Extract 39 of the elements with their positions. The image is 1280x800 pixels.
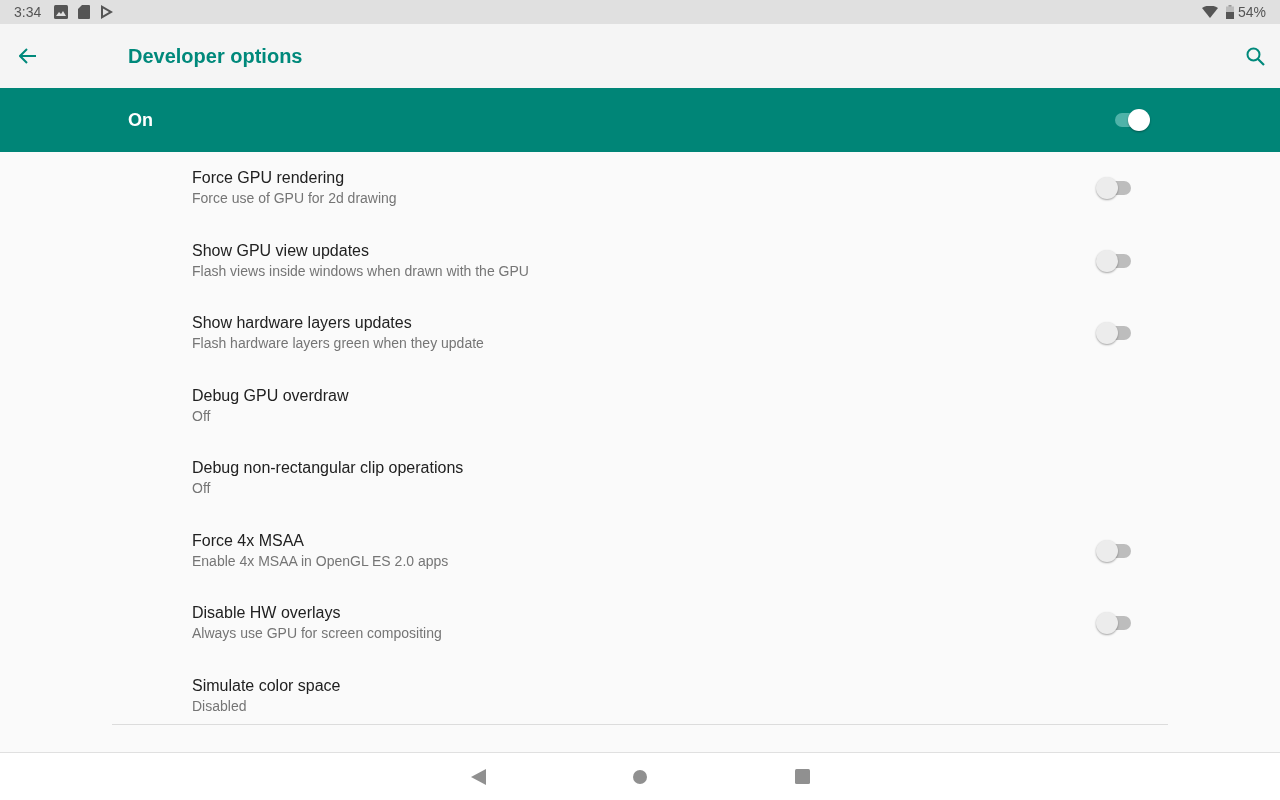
setting-title: Debug GPU overdraw xyxy=(192,385,350,406)
setting-title: Force GPU rendering xyxy=(192,168,346,189)
setting-title: Disable HW overlays xyxy=(192,603,342,624)
square-recents-icon xyxy=(794,769,810,784)
setting-row[interactable]: Debug GPU overdraw Off xyxy=(0,369,1280,442)
wifi-icon xyxy=(1201,6,1218,18)
setting-summary: Disabled xyxy=(192,696,248,716)
page-title: Developer options xyxy=(128,44,303,69)
play-store-icon xyxy=(100,5,114,19)
setting-row[interactable]: Show GPU view updates Flash views inside windows when drawn with the GPU xyxy=(0,224,1280,297)
setting-row[interactable]: Debug non-rectangular clip operations Off xyxy=(0,442,1280,515)
setting-summary: Enable 4x MSAA in OpenGL ES 2.0 apps xyxy=(192,551,450,571)
image-icon xyxy=(54,5,69,19)
setting-title: Show hardware layers updates xyxy=(192,313,413,334)
setting-summary: Force use of GPU for 2d drawing xyxy=(192,189,398,209)
setting-summary: Off xyxy=(192,406,212,426)
battery-icon xyxy=(1225,5,1234,19)
master-switch-bar[interactable]: On xyxy=(0,88,1280,152)
master-switch-label: On xyxy=(128,108,153,132)
setting-summary: Always use GPU for screen compositing xyxy=(192,624,443,644)
setting-summary: Flash views inside windows when drawn with the GPU xyxy=(192,261,530,281)
setting-row[interactable]: Show hardware layers updates Flash hardware layers green when they update xyxy=(0,297,1280,370)
setting-row[interactable]: Disable HW overlays Always use GPU for screen compositing xyxy=(0,587,1280,660)
setting-title: Force 4x MSAA xyxy=(192,530,306,551)
setting-row[interactable]: Force GPU rendering Force use of GPU for 2d drawing xyxy=(0,152,1280,225)
setting-title: Debug non-rectangular clip operations xyxy=(192,458,465,479)
setting-title: Show GPU view updates xyxy=(192,240,370,261)
search-icon xyxy=(1245,46,1265,66)
setting-title: Simulate color space xyxy=(192,675,342,696)
setting-row[interactable]: Simulate color space Disabled xyxy=(0,659,1280,732)
triangle-back-icon xyxy=(470,768,486,785)
circle-home-icon xyxy=(633,769,647,784)
sd-card-icon xyxy=(78,5,91,19)
setting-summary: Flash hardware layers green when they update xyxy=(192,334,485,354)
setting-summary: Off xyxy=(192,479,212,499)
clock-time: 3:34 xyxy=(14,2,42,22)
back-arrow-icon xyxy=(19,48,37,64)
battery-percentage: 54% xyxy=(1237,2,1266,22)
setting-row[interactable]: Force 4x MSAA Enable 4x MSAA in OpenGL ES 2.0 apps xyxy=(0,514,1280,587)
